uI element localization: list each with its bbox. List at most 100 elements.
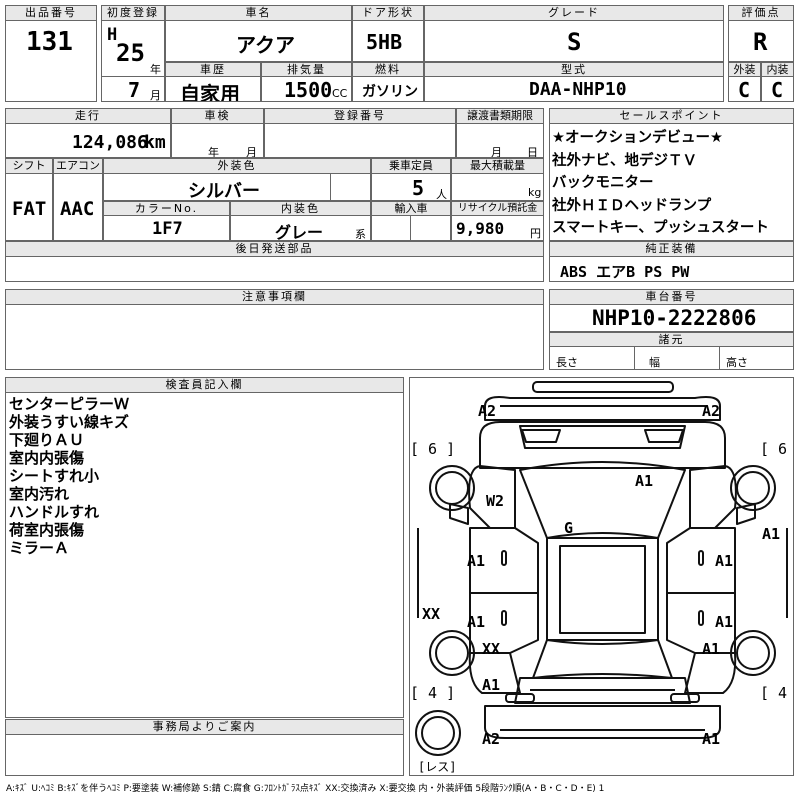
chassis-number: NHP10-2222806 [592,306,757,330]
km-unit: km [144,132,166,153]
inspection-month-unit: 月 [246,146,257,158]
yen-unit: 円 [530,227,541,240]
score-label: 評価点 [728,5,794,21]
capacity-cell: 5 人 [371,173,451,201]
max-load-cell: kg [451,173,544,201]
damage-mark: XX [422,605,441,623]
model-label: 型式 [424,62,724,77]
grade-label: グレード [424,5,724,21]
registration-year: 25 [116,39,145,67]
aircon-cell: AAC [53,173,103,241]
damage-mark: [ 6 ] [410,440,456,458]
capacity: 5 [412,176,425,200]
door-type-cell: 5HB [352,20,424,62]
fuel: ガソリン [362,84,418,100]
fuel-label: 燃料 [352,62,424,77]
inspector-note: ミラーＡ [9,539,70,557]
recycle-fee: 9,980 [456,219,505,238]
standard-equipment-label: 純正装備 [549,241,794,257]
person-unit: 人 [436,188,447,201]
damage-diagram-panel: A2 A2 [ 6 ] [ 6 ] A1 W2 G A1 A1 A1 XX A1… [409,377,794,776]
displacement-label: 排気量 [261,62,352,77]
damage-mark: [レス] [418,760,457,774]
history: 自家用 [180,82,240,102]
lot-number-label: 出品番号 [5,5,97,21]
sales-point-item: 社外ＨＩＤヘッドランプ [552,197,712,214]
damage-mark: A1 [482,676,501,694]
transfer-deadline-cell: 月 日 [456,123,544,158]
first-registration-month-cell: 7 月 [101,76,165,102]
shift: FAT [12,198,47,220]
inspector-note: 外装うすい線キズ [9,413,130,431]
damage-mark: A1 [715,552,734,570]
inspector-note: ハンドルすれ [9,503,100,521]
car-name-cell: アクア [165,20,352,62]
length-label: 長さ [556,356,578,369]
width-label: 幅 [649,356,660,369]
height-cell: 高さ [719,346,794,370]
grade: S [567,28,582,56]
interior-grade-cell: C [761,76,794,102]
interior-label: 内装 [761,62,794,77]
registration-number-label: 登録番号 [264,108,456,124]
inspector-note: 室内汚れ [9,485,70,503]
later-parts-cell [5,256,544,282]
legend: A:ｷｽﾞ U:ﾍｺﾐ B:ｷｽﾞを伴うﾍｺﾐ P:要塗装 W:補修跡 S:錆 … [6,784,605,794]
color-no-cell: 1F7 [103,215,230,241]
damage-mark: A1 [702,640,721,658]
color-no-label: カラーNo. [103,201,230,216]
damage-mark: A1 [762,525,781,543]
chassis-number-label: 車台番号 [549,289,794,305]
kei-unit: 系 [355,228,366,241]
interior-color-label: 内装色 [230,201,371,216]
car-name: アクア [236,33,295,57]
color-no: 1F7 [152,219,183,239]
fuel-cell: ガソリン [352,76,424,102]
displacement: 1500 [284,78,333,102]
import-cell-b [410,215,451,241]
office-notice-label: 事務局よりご案内 [5,719,404,735]
exterior-color-label: 外装色 [103,158,371,174]
inspector-note: 荷室内張傷 [9,521,85,539]
car-diagram [415,381,788,756]
model: DAA-NHP10 [529,79,627,100]
inspection-cell: 年 月 [171,123,264,158]
registration-number-cell [264,123,456,158]
door-type-label: ドア形状 [352,5,424,21]
width-cell: 幅 [634,346,720,370]
specs-label: 諸元 [549,332,794,347]
mileage-cell: 124,086 km [5,123,171,158]
height-label: 高さ [726,356,748,369]
sales-point-item: ★オークションデビュー★ [552,130,723,146]
score: R [753,28,768,56]
mileage-label: 走行 [5,108,171,124]
chassis-number-cell: NHP10-2222806 [549,304,794,332]
displacement-cell: 1500 CC [261,76,352,102]
kg-unit: kg [528,186,542,199]
inspector-notes-label: 検査員記入欄 [5,377,404,393]
inspector-notes-cell: センターピラーＷ 外装うすい線キズ 下廻りＡＵ 室内内張傷 シートすれ小 室内汚… [5,392,404,718]
max-load-label: 最大積載量 [451,158,544,174]
damage-mark: A2 [482,730,501,748]
exterior-color-cell: シルバー [103,173,331,201]
damage-mark: A2 [702,402,721,420]
damage-mark: A1 [467,552,486,570]
inspector-note: 下廻りＡＵ [9,431,85,449]
door-type: 5HB [366,30,403,54]
notes-cell [5,304,544,370]
recycle-cell: 9,980 円 [451,215,544,241]
damage-mark: XX [482,640,501,658]
transfer-month-unit: 月 [491,146,502,158]
damage-mark: [ 4 ] [760,684,793,702]
inspector-note: 室内内張傷 [9,449,85,467]
damage-mark: G [564,519,574,537]
exterior-color: シルバー [188,181,260,201]
damage-mark: A2 [478,402,497,420]
interior-color-cell: グレー 系 [230,215,371,241]
lot-number: 131 [26,27,73,57]
recycle-label: リサイクル預託金 [451,201,544,216]
sales-point-item: バックモニター [552,175,654,191]
exterior-grade: C [738,78,751,102]
sales-point-item: 社外ナビ、地デジＴＶ [552,152,697,169]
transfer-day-unit: 日 [527,146,538,158]
